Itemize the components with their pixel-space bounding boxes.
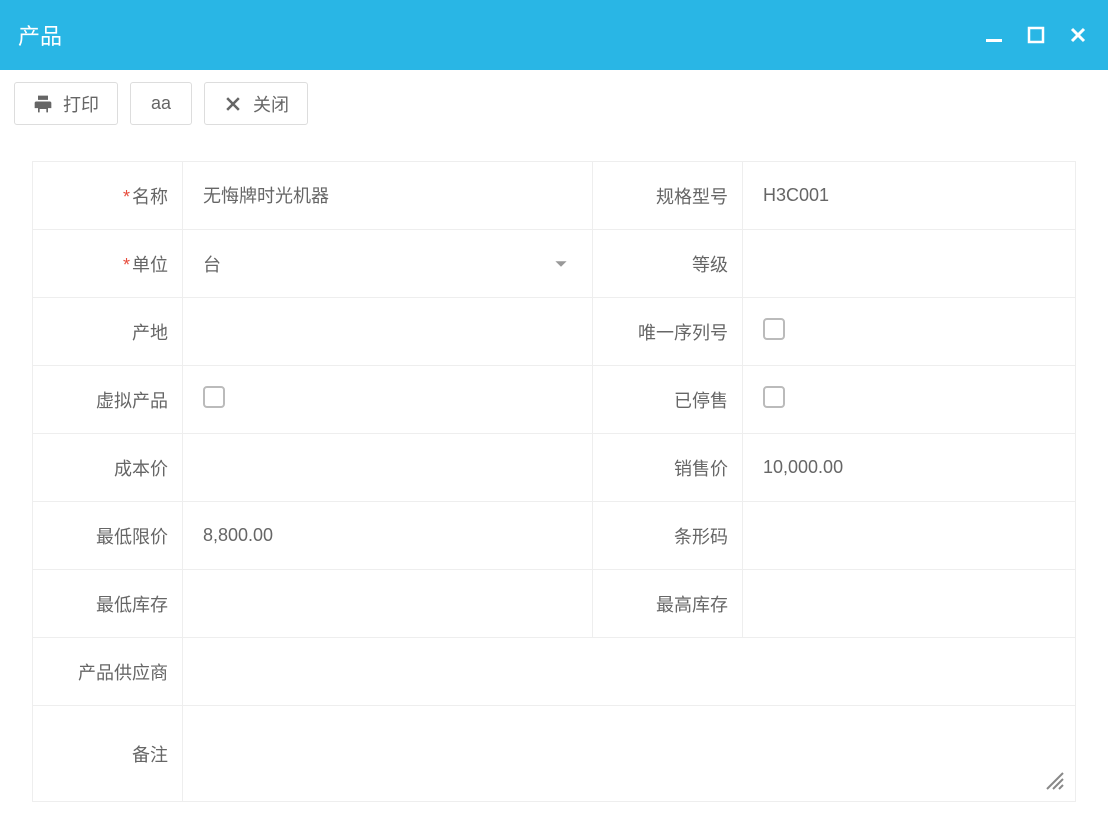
grade-input[interactable] [763, 253, 1075, 274]
min-stock-input[interactable] [203, 593, 592, 614]
print-button[interactable]: 打印 [14, 82, 118, 125]
resize-icon [1043, 769, 1065, 791]
unit-select[interactable]: 台 [203, 251, 592, 277]
min-stock-label: 最低库存 [33, 570, 183, 638]
cost-cell [183, 434, 593, 502]
product-window: 产品 打印 aa 关闭 *名称 [0, 0, 1108, 827]
name-input[interactable] [203, 184, 592, 205]
name-label: *名称 [33, 162, 183, 230]
virtual-cell [183, 366, 593, 434]
printer-icon [33, 94, 53, 114]
unique-sn-cell [743, 298, 1076, 366]
window-controls [982, 23, 1090, 47]
discontinued-cell [743, 366, 1076, 434]
max-stock-cell [743, 570, 1076, 638]
supplier-input[interactable] [203, 661, 1075, 682]
window-title: 产品 [18, 19, 982, 51]
supplier-cell [183, 638, 1076, 706]
discontinued-label: 已停售 [593, 366, 743, 434]
unique-sn-checkbox[interactable] [763, 318, 785, 340]
discontinued-checkbox[interactable] [763, 386, 785, 408]
min-stock-cell [183, 570, 593, 638]
sale-label: 销售价 [593, 434, 743, 502]
unit-label: *单位 [33, 230, 183, 298]
sale-cell [743, 434, 1076, 502]
barcode-input[interactable] [763, 525, 1075, 546]
cost-input[interactable] [203, 457, 592, 478]
remarks-label: 备注 [33, 706, 183, 802]
min-price-input[interactable] [203, 525, 592, 546]
font-label: aa [151, 93, 171, 114]
grade-cell [743, 230, 1076, 298]
min-price-cell [183, 502, 593, 570]
unit-cell: 台 [183, 230, 593, 298]
min-price-label: 最低限价 [33, 502, 183, 570]
minimize-icon [984, 25, 1004, 45]
sale-input[interactable] [763, 457, 1075, 478]
remarks-cell [183, 706, 1076, 802]
maximize-button[interactable] [1024, 23, 1048, 47]
close-window-button[interactable] [1066, 23, 1090, 47]
titlebar: 产品 [0, 0, 1108, 70]
cost-label: 成本价 [33, 434, 183, 502]
close-button[interactable]: 关闭 [204, 82, 308, 125]
barcode-cell [743, 502, 1076, 570]
resize-handle[interactable] [1043, 769, 1065, 791]
spec-label: 规格型号 [593, 162, 743, 230]
close-icon [1068, 25, 1088, 45]
form-table: *名称 规格型号 *单位 台 等级 [32, 161, 1076, 802]
remarks-input[interactable] [203, 743, 1075, 764]
chevron-down-icon [554, 257, 568, 271]
supplier-label: 产品供应商 [33, 638, 183, 706]
name-cell [183, 162, 593, 230]
origin-input[interactable] [203, 321, 592, 342]
close-label: 关闭 [253, 91, 289, 117]
virtual-label: 虚拟产品 [33, 366, 183, 434]
grade-label: 等级 [593, 230, 743, 298]
form-area: *名称 规格型号 *单位 台 等级 [0, 137, 1108, 802]
max-stock-label: 最高库存 [593, 570, 743, 638]
barcode-label: 条形码 [593, 502, 743, 570]
maximize-icon [1026, 25, 1046, 45]
origin-label: 产地 [33, 298, 183, 366]
virtual-checkbox[interactable] [203, 386, 225, 408]
minimize-button[interactable] [982, 23, 1006, 47]
spec-input[interactable] [763, 185, 1075, 206]
unit-value: 台 [203, 251, 221, 277]
max-stock-input[interactable] [763, 593, 1075, 614]
spec-cell [743, 162, 1076, 230]
font-size-button[interactable]: aa [130, 82, 192, 125]
unique-sn-label: 唯一序列号 [593, 298, 743, 366]
x-icon [223, 94, 243, 114]
print-label: 打印 [63, 91, 99, 117]
origin-cell [183, 298, 593, 366]
toolbar: 打印 aa 关闭 [0, 70, 1108, 137]
